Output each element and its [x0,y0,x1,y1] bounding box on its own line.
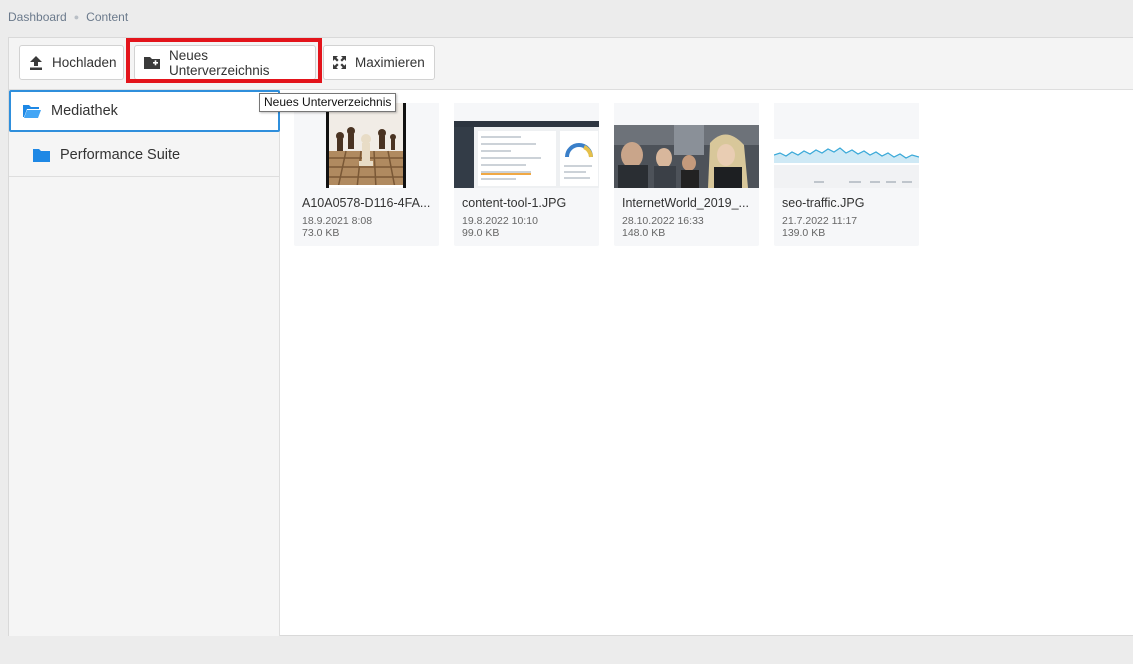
file-name: content-tool-1.JPG [462,196,567,210]
toolbar: Hochladen Neues Unterverzeichnis Maximie… [9,38,1133,90]
file-date: 19.8.2022 10:10 [462,215,538,227]
file-name: seo-traffic.JPG [782,196,865,210]
breadcrumb: Dashboard ● Content [8,10,128,24]
expand-icon [333,56,346,69]
new-subdirectory-label: Neues Unterverzeichnis [169,47,270,78]
file-thumbnail [774,103,919,188]
file-thumbnail [454,103,599,188]
file-size: 148.0 KB [622,227,666,239]
file-card[interactable]: A10A0578-D116-4FA... 18.9.2021 8:08 73.0… [294,103,439,246]
bottom-strip [0,636,1133,664]
file-thumbnail [294,103,439,188]
new-subdirectory-button[interactable]: Neues Unterverzeichnis [134,45,316,80]
file-name: InternetWorld_2019_... [622,196,749,210]
file-card[interactable]: seo-traffic.JPG 21.7.2022 11:17 139.0 KB [774,103,919,246]
file-card[interactable]: content-tool-1.JPG 19.8.2022 10:10 99.0 … [454,103,599,246]
sidebar-item-mediathek[interactable]: Mediathek [9,90,280,132]
breadcrumb-dashboard[interactable]: Dashboard [8,10,67,24]
sidebar-item-label: Mediathek [51,103,118,119]
upload-icon [30,55,42,70]
maximize-button[interactable]: Maximieren [323,45,435,80]
file-date: 28.10.2022 16:33 [622,215,704,227]
file-size: 139.0 KB [782,227,826,239]
folder-open-icon [23,105,41,118]
breadcrumb-content[interactable]: Content [86,10,128,24]
tooltip-new-subdirectory: Neues Unterverzeichnis [259,93,397,112]
breadcrumb-separator: ● [73,12,80,22]
file-date: 18.9.2021 8:08 [302,215,373,227]
folder-icon [33,148,50,162]
file-size: 99.0 KB [462,227,500,239]
file-card[interactable]: InternetWorld_2019_... 28.10.2022 16:33 … [614,103,759,246]
file-thumbnail [614,103,759,188]
file-size: 73.0 KB [302,227,340,239]
upload-button-label: Hochladen [52,55,117,70]
file-date: 21.7.2022 11:17 [782,215,858,227]
folder-sidebar: Mediathek Performance Suite [9,90,280,636]
folder-plus-icon [144,57,160,69]
sidebar-item-label: Performance Suite [60,146,181,163]
sidebar-item-performance-suite[interactable]: Performance Suite [9,133,280,177]
media-manager-panel: Hochladen Neues Unterverzeichnis Maximie… [8,37,1133,636]
upload-button[interactable]: Hochladen [19,45,124,80]
file-name: A10A0578-D116-4FA... [302,196,431,210]
maximize-button-label: Maximieren [355,55,425,70]
